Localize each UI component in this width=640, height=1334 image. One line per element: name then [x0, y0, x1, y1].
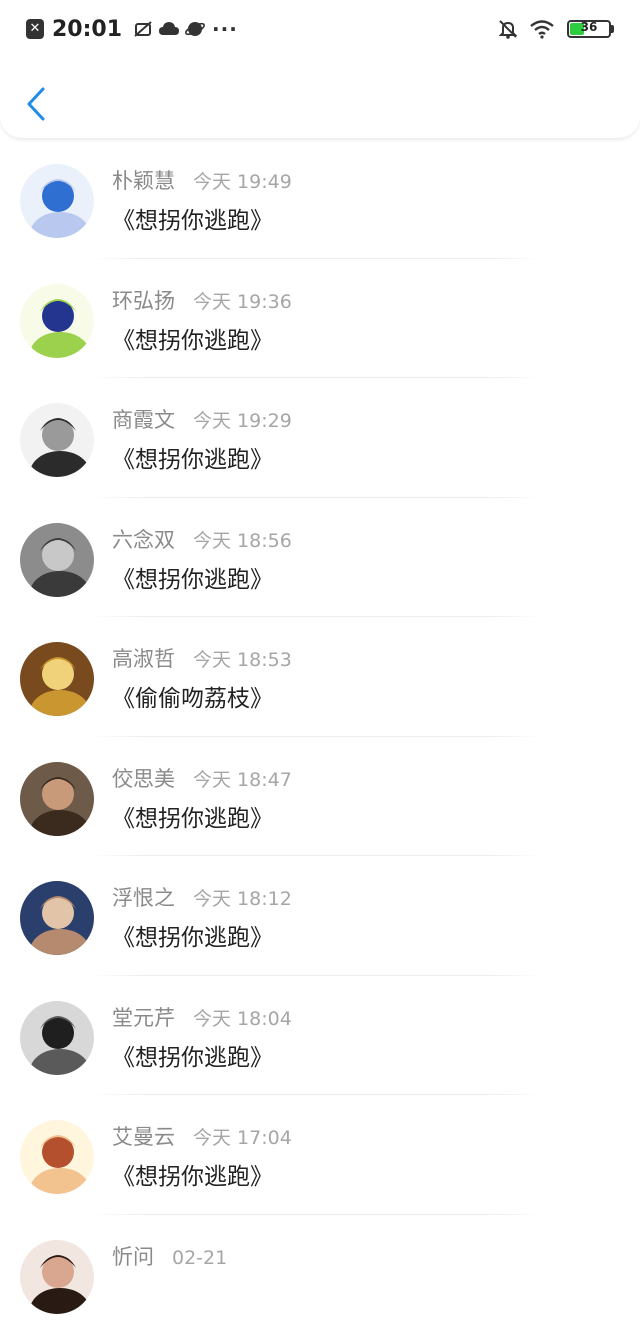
- avatar[interactable]: [20, 284, 94, 358]
- message-text: 《想拐你逃跑》: [112, 321, 273, 355]
- message-meta: 六念双今天 18:56: [112, 524, 292, 554]
- message-text: 《偷偷吻荔枝》: [112, 679, 273, 713]
- avatar[interactable]: [20, 881, 94, 955]
- avatar[interactable]: [20, 164, 94, 238]
- message-text: 《想拐你逃跑》: [112, 1038, 273, 1072]
- avatar[interactable]: [20, 1240, 94, 1314]
- message-text: 《想拐你逃跑》: [112, 799, 273, 833]
- battery-tip: [611, 25, 614, 33]
- message-time: 02-21: [172, 1247, 227, 1269]
- message-text: 《想拐你逃跑》: [112, 201, 273, 235]
- message-row[interactable]: 环弘扬今天 19:36 《想拐你逃跑》: [0, 259, 640, 379]
- back-button[interactable]: [18, 82, 54, 126]
- message-time: 今天 18:56: [193, 526, 292, 553]
- message-row[interactable]: 朴颖慧今天 19:49 《想拐你逃跑》: [0, 139, 640, 259]
- message-row[interactable]: 忻问 02-21: [0, 1215, 640, 1334]
- message-meta: 佼思美今天 18:47: [112, 763, 292, 793]
- avatar[interactable]: [20, 523, 94, 597]
- status-time: 20:01: [52, 17, 122, 42]
- sender-name: 六念双: [112, 524, 175, 554]
- top-header: ✕ 20:01 ··· 36: [0, 0, 640, 139]
- avatar[interactable]: [20, 1001, 94, 1075]
- message-time: 今天 18:47: [193, 765, 292, 792]
- message-time: 今天 18:12: [193, 884, 292, 911]
- message-row[interactable]: 六念双今天 18:56 《想拐你逃跑》: [0, 498, 640, 618]
- message-row[interactable]: 高淑哲今天 18:53 《偷偷吻荔枝》: [0, 617, 640, 737]
- sender-name: 朴颖慧: [112, 165, 175, 195]
- sender-name: 忻问: [112, 1241, 154, 1271]
- bell-off-icon: [497, 18, 519, 40]
- message-meta: 商霞文今天 19:29: [112, 404, 292, 434]
- close-box-icon: ✕: [26, 19, 44, 39]
- cloud-icon: [158, 18, 180, 40]
- avatar[interactable]: [20, 642, 94, 716]
- message-meta: 堂元芹今天 18:04: [112, 1002, 292, 1032]
- battery-level-text: 36: [569, 20, 609, 34]
- message-meta: 艾曼云今天 17:04: [112, 1121, 292, 1151]
- message-time: 今天 18:53: [193, 645, 292, 672]
- sender-name: 商霞文: [112, 404, 175, 434]
- message-time: 今天 19:29: [193, 406, 292, 433]
- wifi-icon: [529, 18, 555, 40]
- avatar[interactable]: [20, 762, 94, 836]
- message-meta: 忻问 02-21: [112, 1241, 227, 1271]
- message-time: 今天 17:04: [193, 1123, 292, 1150]
- message-meta: 环弘扬今天 19:36: [112, 285, 292, 315]
- sender-name: 高淑哲: [112, 643, 175, 673]
- sender-name: 堂元芹: [112, 1002, 175, 1032]
- message-row[interactable]: 浮恨之今天 18:12 《想拐你逃跑》: [0, 856, 640, 976]
- message-time: 今天 19:36: [193, 287, 292, 314]
- message-row[interactable]: 堂元芹今天 18:04 《想拐你逃跑》: [0, 976, 640, 1096]
- message-meta: 朴颖慧今天 19:49: [112, 165, 292, 195]
- message-meta: 浮恨之今天 18:12: [112, 882, 292, 912]
- message-row[interactable]: 佼思美今天 18:47 《想拐你逃跑》: [0, 737, 640, 857]
- sender-name: 浮恨之: [112, 882, 175, 912]
- message-row[interactable]: 商霞文今天 19:29 《想拐你逃跑》: [0, 378, 640, 498]
- chevron-left-icon: [26, 87, 46, 121]
- message-text: 《想拐你逃跑》: [112, 1157, 273, 1191]
- battery-icon: 36: [567, 20, 611, 38]
- status-right: 36: [497, 16, 614, 42]
- message-time: 今天 19:49: [193, 167, 292, 194]
- more-dots-icon: ···: [212, 17, 238, 41]
- sender-name: 环弘扬: [112, 285, 175, 315]
- message-row[interactable]: 艾曼云今天 17:04 《想拐你逃跑》: [0, 1095, 640, 1215]
- planet-icon: [184, 18, 206, 40]
- message-list: 朴颖慧今天 19:49《想拐你逃跑》环弘扬今天 19:36《想拐你逃跑》商霞文今…: [0, 139, 640, 1334]
- message-time: 今天 18:04: [193, 1004, 292, 1031]
- message-meta: 高淑哲今天 18:53: [112, 643, 292, 673]
- status-bar: ✕ 20:01 ··· 36: [0, 0, 640, 58]
- no-screenshot-icon: [132, 18, 154, 40]
- message-text: 《想拐你逃跑》: [112, 560, 273, 594]
- avatar[interactable]: [20, 403, 94, 477]
- avatar[interactable]: [20, 1120, 94, 1194]
- sender-name: 佼思美: [112, 763, 175, 793]
- sender-name: 艾曼云: [112, 1121, 175, 1151]
- status-left: ✕ 20:01 ···: [26, 14, 238, 44]
- message-text: 《想拐你逃跑》: [112, 440, 273, 474]
- message-text: 《想拐你逃跑》: [112, 918, 273, 952]
